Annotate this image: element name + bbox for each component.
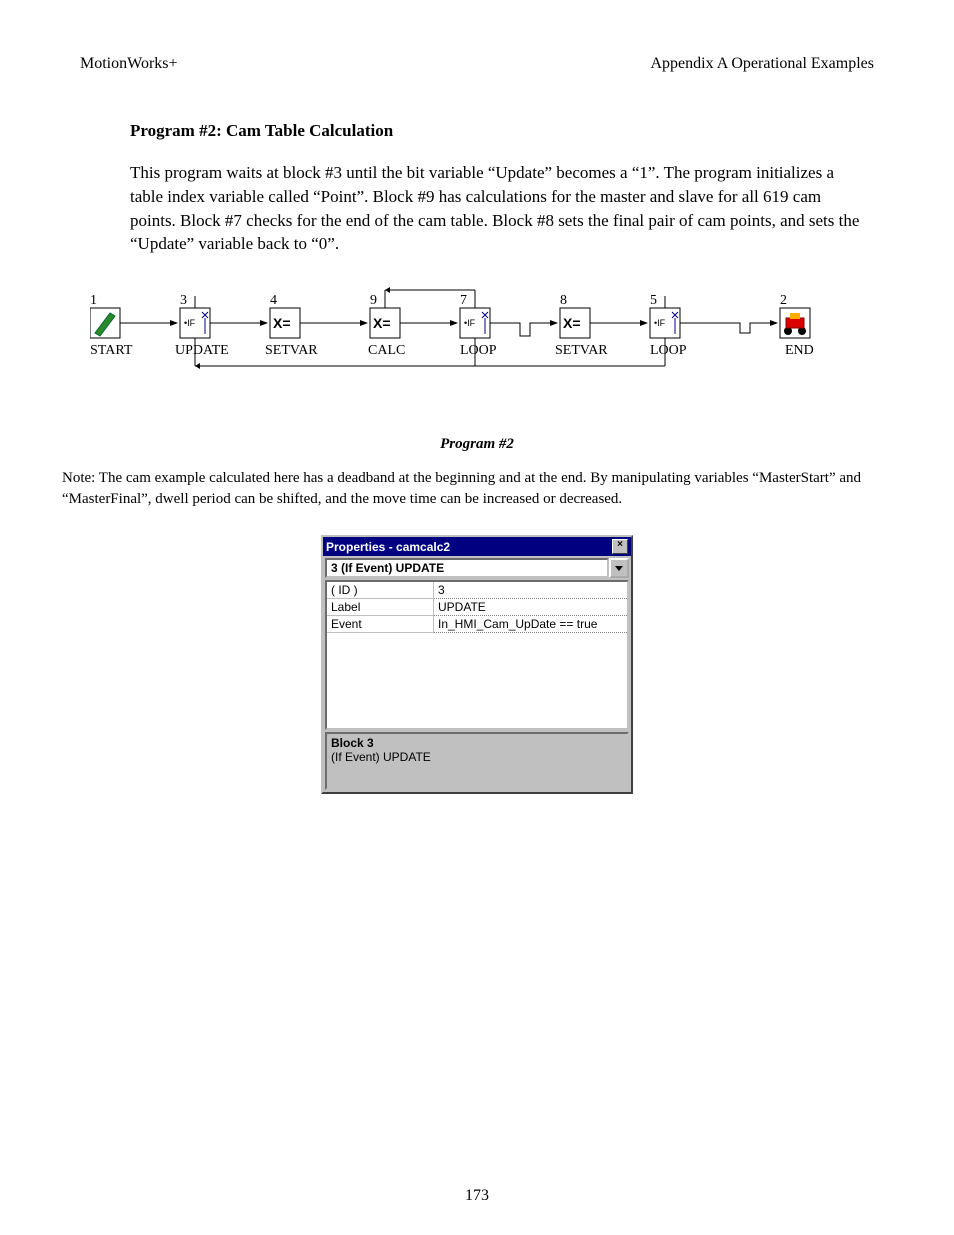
note-text: Note: The cam example calculated here ha… [62, 468, 879, 510]
grid-value[interactable]: In_HMI_Cam_UpDate == true [434, 616, 627, 633]
svg-text:•IF: •IF [464, 318, 476, 328]
svg-text:9: 9 [370, 293, 377, 308]
svg-text:X=: X= [563, 315, 581, 331]
svg-text:START: START [90, 343, 133, 358]
svg-text:LOOP: LOOP [460, 343, 497, 358]
close-icon[interactable]: × [612, 539, 628, 554]
properties-title: Properties - camcalc2 [326, 540, 450, 554]
grid-value[interactable]: 3 [434, 582, 627, 599]
figure-caption: Program #2 [80, 436, 874, 453]
page-header: MotionWorks+ Appendix A Operational Exam… [80, 55, 874, 73]
footer-subtitle: (If Event) UPDATE [331, 750, 623, 764]
header-left: MotionWorks+ [80, 55, 178, 73]
properties-titlebar: Properties - camcalc2 × [323, 537, 631, 556]
block-selector-dropdown[interactable]: 3 (If Event) UPDATE [325, 558, 609, 578]
svg-text:•IF: •IF [654, 318, 666, 328]
svg-text:LOOP: LOOP [650, 343, 687, 358]
properties-footer: Block 3 (If Event) UPDATE [325, 732, 629, 790]
svg-text:CALC: CALC [368, 343, 405, 358]
svg-text:X=: X= [273, 315, 291, 331]
properties-window: Properties - camcalc2 × 3 (If Event) UPD… [321, 535, 633, 794]
svg-text:END: END [785, 343, 814, 358]
body-paragraph: This program waits at block #3 until the… [130, 161, 864, 256]
svg-text:SETVAR: SETVAR [555, 343, 608, 358]
svg-text:2: 2 [780, 293, 787, 308]
svg-text:1: 1 [90, 293, 97, 308]
svg-text:4: 4 [270, 293, 277, 308]
svg-text:5: 5 [650, 293, 657, 308]
grid-row: Event In_HMI_Cam_UpDate == true [327, 616, 627, 633]
grid-value[interactable]: UPDATE [434, 599, 627, 616]
grid-row: Label UPDATE [327, 599, 627, 616]
page-number: 173 [0, 1187, 954, 1205]
svg-text:UPDATE: UPDATE [175, 343, 229, 358]
grid-label: Event [327, 616, 434, 633]
dropdown-arrow-icon[interactable] [609, 558, 629, 578]
svg-text:X=: X= [373, 315, 391, 331]
properties-grid: ( ID ) 3 Label UPDATE Event In_HMI_Cam_U… [325, 580, 629, 730]
svg-text:SETVAR: SETVAR [265, 343, 318, 358]
section-title: Program #2: Cam Table Calculation [130, 121, 874, 141]
svg-text:7: 7 [460, 293, 467, 308]
grid-label: Label [327, 599, 434, 616]
flow-diagram: 1 START 3 •IF UPDATE 4 X [90, 286, 874, 396]
footer-title: Block 3 [331, 736, 623, 750]
header-right: Appendix A Operational Examples [650, 55, 874, 73]
svg-text:•IF: •IF [184, 318, 196, 328]
svg-text:8: 8 [560, 293, 567, 308]
svg-text:3: 3 [180, 293, 187, 308]
grid-label: ( ID ) [327, 582, 434, 599]
grid-row: ( ID ) 3 [327, 582, 627, 599]
